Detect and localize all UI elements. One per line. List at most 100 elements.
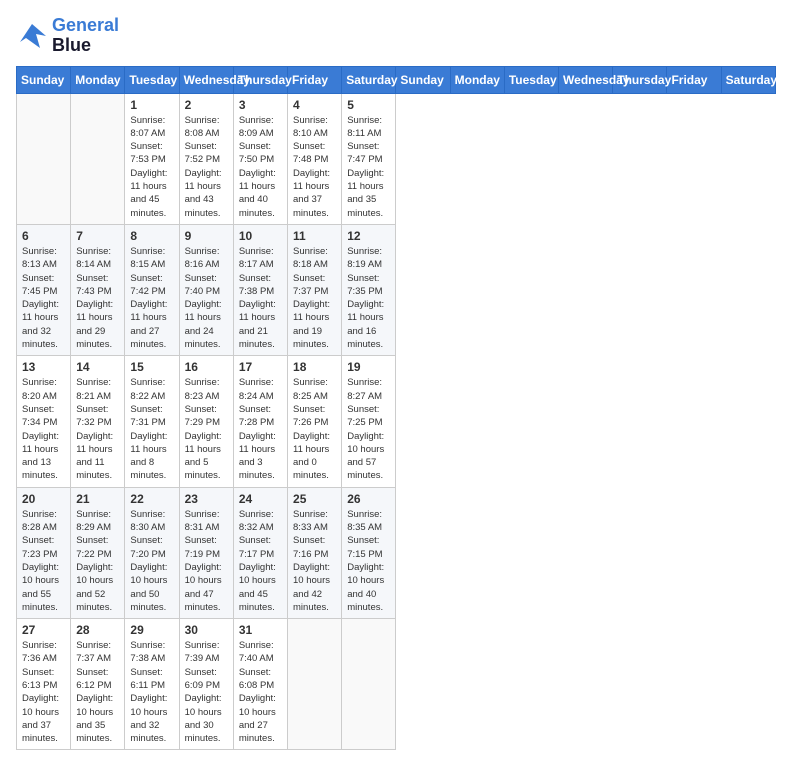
calendar-cell [288, 619, 342, 750]
calendar-cell: 8 Sunrise: 8:15 AM Sunset: 7:42 PM Daylig… [125, 224, 179, 355]
day-info: Sunrise: 7:39 AM Sunset: 6:09 PM Dayligh… [185, 639, 228, 745]
day-info: Sunrise: 8:15 AM Sunset: 7:42 PM Dayligh… [130, 245, 173, 351]
calendar-week-3: 13Sunrise: 8:20 AM Sunset: 7:34 PM Dayli… [17, 356, 776, 487]
day-number: 27 [22, 623, 65, 637]
day-number: 3 [239, 98, 282, 112]
day-number: 6 [22, 229, 65, 243]
day-header-sunday: Sunday [17, 66, 71, 93]
calendar-cell: 26 Sunrise: 8:35 AM Sunset: 7:15 PM Dayli… [342, 487, 396, 618]
day-number: 11 [293, 229, 336, 243]
calendar-cell: 5 Sunrise: 8:11 AM Sunset: 7:47 PM Daylig… [342, 93, 396, 224]
calendar-cell: 14 Sunrise: 8:21 AM Sunset: 7:32 PM Dayli… [71, 356, 125, 487]
day-number: 4 [293, 98, 336, 112]
day-number: 2 [185, 98, 228, 112]
header-row: SundayMondayTuesdayWednesdayThursdayFrid… [17, 66, 776, 93]
day-info: Sunrise: 8:22 AM Sunset: 7:31 PM Dayligh… [130, 376, 173, 482]
day-header-thursday: Thursday [233, 66, 287, 93]
day-header-wednesday: Wednesday [179, 66, 233, 93]
day-header-monday: Monday [450, 66, 504, 93]
calendar-cell: 21 Sunrise: 8:29 AM Sunset: 7:22 PM Dayli… [71, 487, 125, 618]
calendar-cell: 4 Sunrise: 8:10 AM Sunset: 7:48 PM Daylig… [288, 93, 342, 224]
day-info: Sunrise: 8:21 AM Sunset: 7:32 PM Dayligh… [76, 376, 119, 482]
day-header-saturday: Saturday [342, 66, 396, 93]
day-number: 20 [22, 492, 65, 506]
calendar-cell: 30 Sunrise: 7:39 AM Sunset: 6:09 PM Dayli… [179, 619, 233, 750]
day-header-monday: Monday [71, 66, 125, 93]
day-number: 5 [347, 98, 390, 112]
day-header-sunday: Sunday [396, 66, 450, 93]
day-number: 9 [185, 229, 228, 243]
day-number: 26 [347, 492, 390, 506]
day-header-thursday: Thursday [613, 66, 667, 93]
calendar-cell: 24 Sunrise: 8:32 AM Sunset: 7:17 PM Dayli… [233, 487, 287, 618]
calendar-cell: 6 Sunrise: 8:13 AM Sunset: 7:45 PM Daylig… [17, 224, 71, 355]
calendar-cell: 9 Sunrise: 8:16 AM Sunset: 7:40 PM Daylig… [179, 224, 233, 355]
day-number: 21 [76, 492, 119, 506]
day-number: 12 [347, 229, 390, 243]
day-info: Sunrise: 8:18 AM Sunset: 7:37 PM Dayligh… [293, 245, 336, 351]
day-info: Sunrise: 8:35 AM Sunset: 7:15 PM Dayligh… [347, 508, 390, 614]
day-header-wednesday: Wednesday [559, 66, 613, 93]
day-number: 8 [130, 229, 173, 243]
day-number: 29 [130, 623, 173, 637]
day-info: Sunrise: 8:13 AM Sunset: 7:45 PM Dayligh… [22, 245, 65, 351]
day-info: Sunrise: 8:19 AM Sunset: 7:35 PM Dayligh… [347, 245, 390, 351]
day-info: Sunrise: 8:11 AM Sunset: 7:47 PM Dayligh… [347, 114, 390, 220]
calendar-cell: 17Sunrise: 8:24 AM Sunset: 7:28 PM Dayli… [233, 356, 287, 487]
day-number: 16 [185, 360, 228, 374]
day-number: 28 [76, 623, 119, 637]
calendar-cell: 13Sunrise: 8:20 AM Sunset: 7:34 PM Dayli… [17, 356, 71, 487]
day-info: Sunrise: 8:32 AM Sunset: 7:17 PM Dayligh… [239, 508, 282, 614]
day-info: Sunrise: 8:27 AM Sunset: 7:25 PM Dayligh… [347, 376, 390, 482]
day-info: Sunrise: 8:14 AM Sunset: 7:43 PM Dayligh… [76, 245, 119, 351]
calendar-cell: 19Sunrise: 8:27 AM Sunset: 7:25 PM Dayli… [342, 356, 396, 487]
calendar-week-5: 27Sunrise: 7:36 AM Sunset: 6:13 PM Dayli… [17, 619, 776, 750]
day-number: 31 [239, 623, 282, 637]
day-number: 7 [76, 229, 119, 243]
day-number: 24 [239, 492, 282, 506]
calendar-week-1: 1Sunrise: 8:07 AM Sunset: 7:53 PM Daylig… [17, 93, 776, 224]
day-header-saturday: Saturday [721, 66, 775, 93]
calendar-cell: 2 Sunrise: 8:08 AM Sunset: 7:52 PM Daylig… [179, 93, 233, 224]
day-info: Sunrise: 8:08 AM Sunset: 7:52 PM Dayligh… [185, 114, 228, 220]
day-header-tuesday: Tuesday [504, 66, 558, 93]
day-number: 30 [185, 623, 228, 637]
day-info: Sunrise: 8:30 AM Sunset: 7:20 PM Dayligh… [130, 508, 173, 614]
header: General Blue [16, 16, 776, 56]
calendar-cell [342, 619, 396, 750]
day-info: Sunrise: 8:10 AM Sunset: 7:48 PM Dayligh… [293, 114, 336, 220]
day-number: 10 [239, 229, 282, 243]
day-number: 25 [293, 492, 336, 506]
day-info: Sunrise: 8:09 AM Sunset: 7:50 PM Dayligh… [239, 114, 282, 220]
calendar-week-2: 6 Sunrise: 8:13 AM Sunset: 7:45 PM Daylig… [17, 224, 776, 355]
day-info: Sunrise: 8:16 AM Sunset: 7:40 PM Dayligh… [185, 245, 228, 351]
day-info: Sunrise: 8:25 AM Sunset: 7:26 PM Dayligh… [293, 376, 336, 482]
day-number: 23 [185, 492, 228, 506]
calendar-cell [17, 93, 71, 224]
day-number: 22 [130, 492, 173, 506]
calendar-cell: 10Sunrise: 8:17 AM Sunset: 7:38 PM Dayli… [233, 224, 287, 355]
calendar-cell: 28Sunrise: 7:37 AM Sunset: 6:12 PM Dayli… [71, 619, 125, 750]
day-number: 17 [239, 360, 282, 374]
day-info: Sunrise: 8:07 AM Sunset: 7:53 PM Dayligh… [130, 114, 173, 220]
calendar-cell: 27Sunrise: 7:36 AM Sunset: 6:13 PM Dayli… [17, 619, 71, 750]
calendar-cell: 3 Sunrise: 8:09 AM Sunset: 7:50 PM Daylig… [233, 93, 287, 224]
day-info: Sunrise: 8:23 AM Sunset: 7:29 PM Dayligh… [185, 376, 228, 482]
day-number: 14 [76, 360, 119, 374]
logo: General Blue [16, 16, 119, 56]
day-info: Sunrise: 8:28 AM Sunset: 7:23 PM Dayligh… [22, 508, 65, 614]
calendar-cell: 31Sunrise: 7:40 AM Sunset: 6:08 PM Dayli… [233, 619, 287, 750]
calendar-cell: 16 Sunrise: 8:23 AM Sunset: 7:29 PM Dayli… [179, 356, 233, 487]
calendar-cell: 1Sunrise: 8:07 AM Sunset: 7:53 PM Daylig… [125, 93, 179, 224]
day-info: Sunrise: 8:31 AM Sunset: 7:19 PM Dayligh… [185, 508, 228, 614]
calendar-cell: 25Sunrise: 8:33 AM Sunset: 7:16 PM Dayli… [288, 487, 342, 618]
calendar-cell: 12 Sunrise: 8:19 AM Sunset: 7:35 PM Dayli… [342, 224, 396, 355]
day-header-tuesday: Tuesday [125, 66, 179, 93]
day-info: Sunrise: 8:29 AM Sunset: 7:22 PM Dayligh… [76, 508, 119, 614]
calendar-cell: 22 Sunrise: 8:30 AM Sunset: 7:20 PM Dayli… [125, 487, 179, 618]
logo-icon [16, 22, 48, 50]
calendar-cell: 23 Sunrise: 8:31 AM Sunset: 7:19 PM Dayli… [179, 487, 233, 618]
calendar-cell [71, 93, 125, 224]
day-header-friday: Friday [288, 66, 342, 93]
calendar-cell: 15Sunrise: 8:22 AM Sunset: 7:31 PM Dayli… [125, 356, 179, 487]
